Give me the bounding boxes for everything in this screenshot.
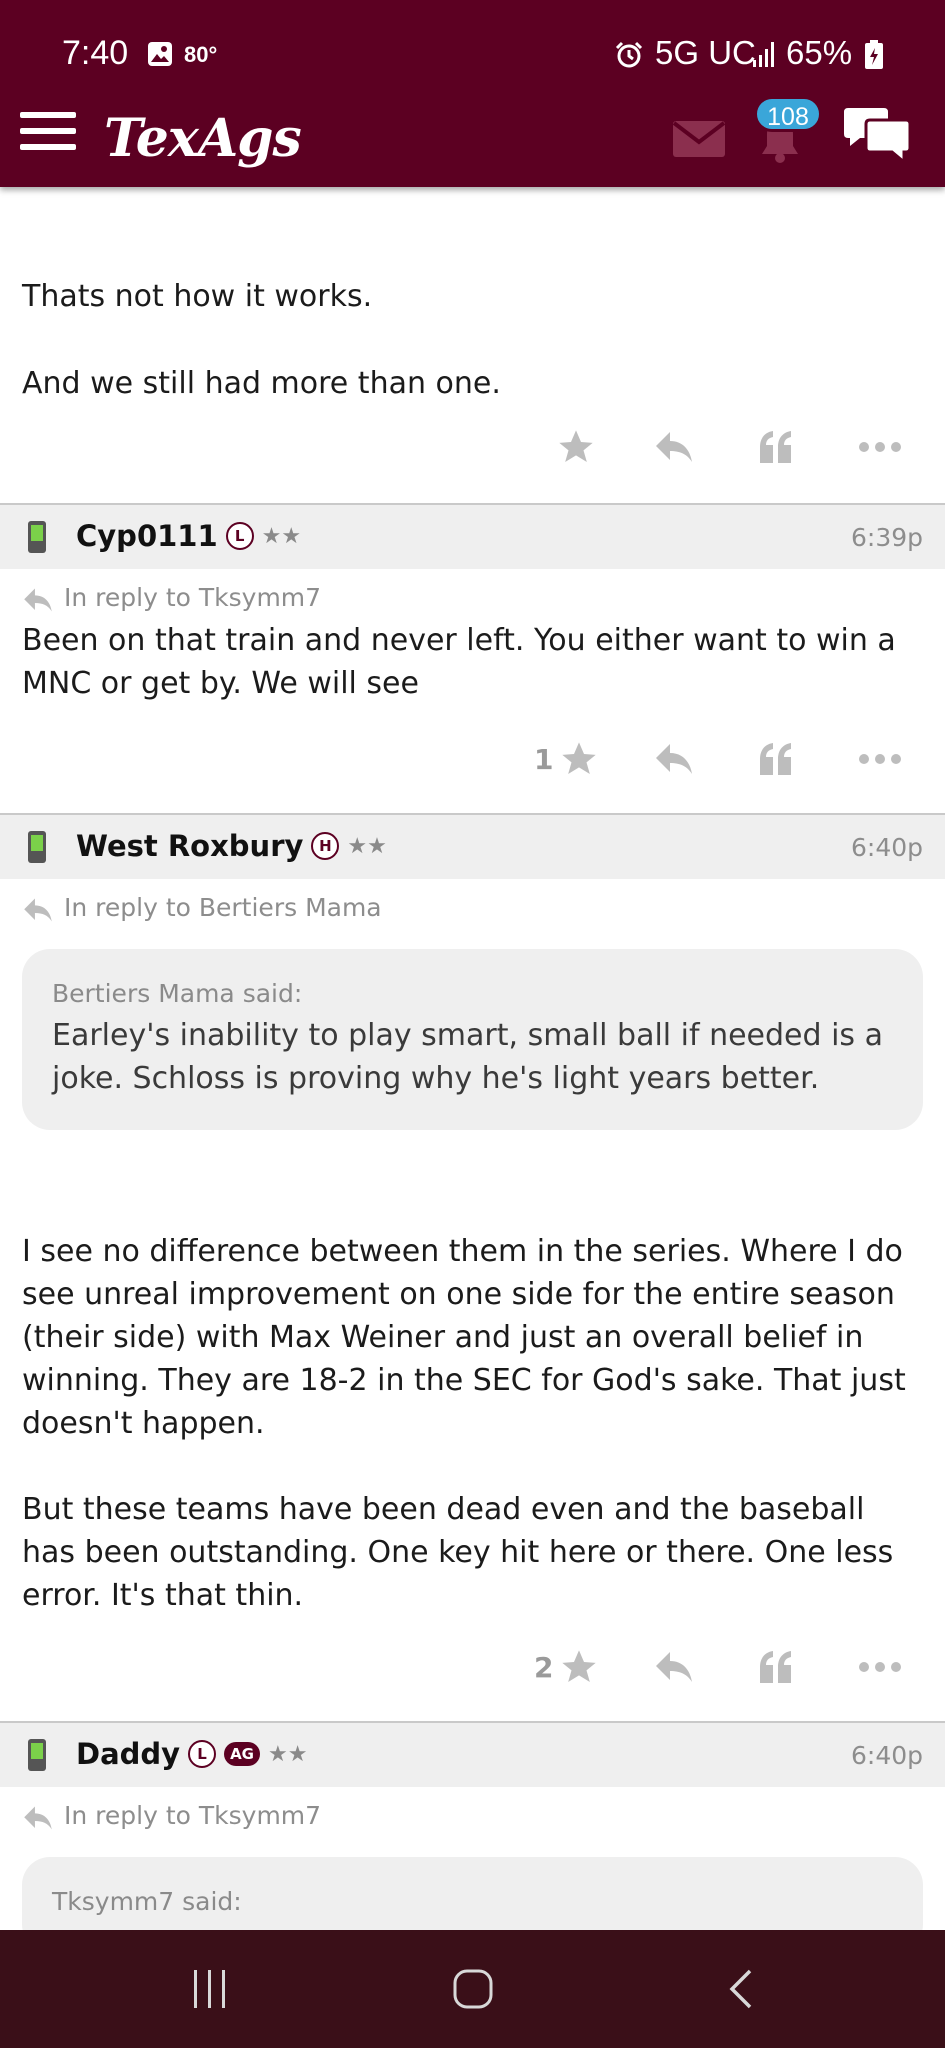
gallery-icon: [148, 42, 172, 66]
mail-icon[interactable]: [672, 120, 726, 158]
mobile-phone-icon: [28, 1739, 46, 1771]
status-network: 5G UC: [655, 34, 756, 71]
post-time[interactable]: 6:40p: [851, 833, 923, 862]
in-reply-to[interactable]: In reply to Tksymm7: [0, 569, 945, 619]
quote-icon: [760, 1651, 791, 1683]
chat-icon[interactable]: [840, 106, 914, 168]
quote-author[interactable]: Bertiers Mama said:: [52, 979, 893, 1008]
reply-icon: [656, 432, 692, 462]
post-actions: [0, 417, 945, 487]
notification-badge[interactable]: 108: [754, 96, 822, 132]
in-reply-to-label: In reply to Tksymm7: [64, 1801, 322, 1830]
more-icon: [859, 442, 901, 452]
quote-text: Earley's inability to play smart, small …: [52, 1018, 883, 1096]
quote-icon: [760, 431, 791, 463]
home-icon[interactable]: [452, 1968, 494, 2010]
post-body: But these teams have been dead even and …: [22, 1492, 894, 1613]
battery-icon: [865, 40, 883, 69]
quote-author[interactable]: Tksymm7 said:: [52, 1887, 893, 1916]
menu-button[interactable]: [20, 112, 76, 156]
post-body: And we still had more than one.: [22, 366, 501, 401]
user-tag: L: [225, 522, 254, 550]
more-button[interactable]: [858, 427, 902, 467]
thread-content: Thats not how it works. And we still had…: [0, 187, 945, 1952]
post-time[interactable]: 6:39p: [851, 523, 923, 552]
reply-icon: [24, 1806, 52, 1830]
system-nav-bar: [0, 1930, 945, 2048]
signal-icon: [753, 42, 774, 67]
recent-apps-icon[interactable]: [190, 1968, 230, 2010]
star-icon: [562, 742, 597, 774]
in-reply-to[interactable]: In reply to Bertiers Mama: [0, 879, 945, 929]
star-count: 1: [534, 742, 554, 776]
star-button[interactable]: 1: [534, 739, 599, 779]
username[interactable]: West Roxbury: [76, 829, 303, 863]
quote-button[interactable]: [758, 739, 794, 779]
post-time[interactable]: 6:40p: [851, 1741, 923, 1770]
quote-icon: [760, 743, 791, 775]
back-icon[interactable]: [726, 1968, 756, 2010]
more-button[interactable]: [858, 739, 902, 779]
reply-button[interactable]: [654, 427, 694, 467]
alarm-icon: [615, 41, 643, 68]
app-header: 7:40 80° 5G UC 65% TexAgs 108: [0, 0, 945, 187]
more-button[interactable]: [858, 1647, 902, 1687]
user-ag-tag: AG: [224, 1742, 260, 1766]
username[interactable]: Cyp0111: [76, 519, 218, 553]
in-reply-to[interactable]: In reply to Tksymm7: [0, 1787, 945, 1837]
post-actions: 1: [0, 729, 945, 799]
quote-button[interactable]: [758, 427, 794, 467]
user-stars: ★★: [261, 523, 302, 549]
quote-button[interactable]: [758, 1647, 794, 1687]
star-button[interactable]: [556, 427, 596, 467]
reply-icon: [24, 898, 52, 922]
reply-icon: [656, 744, 692, 774]
user-tag: H: [311, 832, 340, 860]
reply-button[interactable]: [654, 1647, 694, 1687]
user-stars: ★★: [268, 1741, 308, 1767]
more-icon: [859, 1662, 901, 1672]
user-stars: ★★: [347, 833, 387, 859]
star-button[interactable]: 2: [534, 1647, 599, 1687]
status-battery-percent: 65%: [786, 34, 853, 71]
post-body: Been on that train and never left. You e…: [22, 623, 896, 701]
post-header: Cyp0111 L ★★ 6:39p: [0, 503, 945, 569]
reply-button[interactable]: [654, 739, 694, 779]
username[interactable]: Daddy: [76, 1737, 180, 1771]
mobile-phone-icon: [28, 831, 46, 863]
reply-icon: [24, 588, 52, 612]
in-reply-to-label: In reply to Bertiers Mama: [64, 893, 382, 922]
reply-icon: [656, 1652, 692, 1682]
status-time: 7:40: [62, 34, 129, 72]
status-bar: 7:40 80° 5G UC 65%: [0, 0, 945, 108]
post-header: Daddy L AG ★★ 6:40p: [0, 1721, 945, 1787]
post: Daddy L AG ★★ 6:40p In reply to Tksymm7 …: [0, 1721, 945, 1952]
post: Thats not how it works. And we still had…: [0, 187, 945, 487]
mobile-phone-icon: [28, 521, 46, 553]
post-body: I see no difference between them in the …: [22, 1234, 906, 1441]
site-logo[interactable]: TexAgs: [104, 108, 302, 169]
post-body: Thats not how it works.: [22, 279, 373, 314]
more-icon: [859, 754, 901, 764]
in-reply-to-label: In reply to Tksymm7: [64, 583, 322, 612]
post-header: West Roxbury H ★★ 6:40p: [0, 813, 945, 879]
post: Cyp0111 L ★★ 6:39p In reply to Tksymm7 B…: [0, 503, 945, 799]
post: West Roxbury H ★★ 6:40p In reply to Bert…: [0, 813, 945, 1707]
quote-block: Bertiers Mama said: Earley's inability t…: [22, 949, 923, 1130]
status-temp: 80°: [184, 42, 218, 67]
star-count: 2: [534, 1650, 554, 1684]
star-icon: [559, 430, 593, 462]
post-actions: 2: [0, 1637, 945, 1707]
star-icon: [562, 1650, 597, 1682]
user-tag: L: [188, 1740, 217, 1768]
